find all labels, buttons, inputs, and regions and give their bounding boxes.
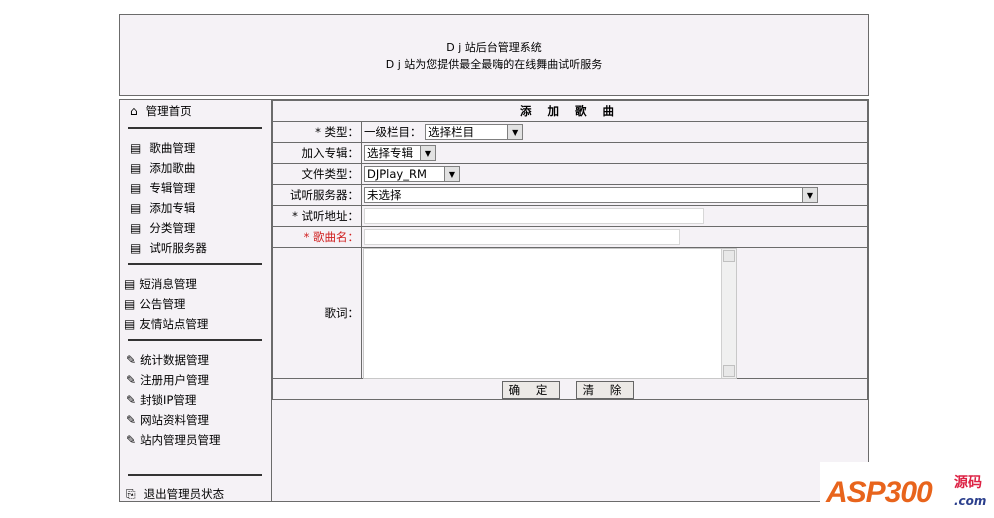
- url-label: * 试听地址：: [272, 205, 362, 227]
- sidebar-item-messages[interactable]: ▤ 短消息管理: [124, 276, 197, 292]
- note-icon: ▤: [124, 277, 136, 291]
- song-name-input[interactable]: [364, 229, 680, 245]
- edit-icon: ✎: [126, 373, 137, 387]
- document-icon: ▤: [130, 221, 142, 235]
- sidebar-item-users[interactable]: ✎ 注册用户管理: [126, 372, 209, 388]
- clear-button[interactable]: 清 除: [576, 381, 634, 399]
- filetype-select[interactable]: DJPlay_RM ▼: [364, 166, 460, 182]
- filetype-label: 文件类型：: [272, 163, 362, 185]
- chevron-down-icon: ▼: [444, 167, 459, 181]
- document-icon: ▤: [130, 161, 142, 175]
- edit-icon: ✎: [126, 353, 137, 367]
- home-icon: ⌂: [130, 104, 138, 118]
- scroll-down-icon[interactable]: [723, 365, 735, 377]
- document-icon: ▤: [130, 241, 142, 255]
- song-name-label: * 歌曲名：: [272, 226, 362, 248]
- sidebar-item-announcements[interactable]: ▤ 公告管理: [124, 296, 185, 312]
- lyrics-label: 歌词：: [272, 247, 362, 379]
- sidebar-item-home[interactable]: ⌂ 管理首页: [130, 103, 192, 119]
- server-select[interactable]: 未选择 ▼: [364, 187, 818, 203]
- album-label: 加入专辑：: [272, 142, 362, 164]
- sidebar-item-albums[interactable]: ▤ 专辑管理: [130, 180, 195, 196]
- edit-icon: ✎: [126, 393, 137, 407]
- lyrics-scrollbar[interactable]: [721, 249, 736, 378]
- sidebar-divider: [128, 339, 262, 341]
- note-icon: ▤: [124, 317, 136, 331]
- sidebar-item-add-album[interactable]: ▤ 添加专辑: [130, 200, 195, 216]
- watermark-cn: 源码: [954, 475, 982, 491]
- sidebar-item-ip-block[interactable]: ✎ 封锁IP管理: [126, 392, 196, 408]
- watermark-logo: ASP300 源码 .com: [820, 462, 994, 518]
- sidebar-item-servers[interactable]: ▤ 试听服务器: [130, 240, 207, 256]
- admin-frame: ⌂ 管理首页 ▤ 歌曲管理 ▤ 添加歌曲 ▤ 专辑管理 ▤ 添加专辑 ▤ 分类管理 ▤ 试听…: [119, 99, 869, 502]
- lyrics-textarea[interactable]: [363, 248, 737, 379]
- header-title: D j 站后台管理系统: [446, 41, 542, 54]
- category-select[interactable]: 选择栏目 ▼: [425, 124, 524, 140]
- document-icon: ▤: [130, 181, 142, 195]
- sidebar-item-logout[interactable]: ⎘ 退出管理员状态: [126, 486, 224, 502]
- url-input[interactable]: [364, 208, 704, 224]
- watermark-brand: ASP300: [826, 476, 933, 509]
- edit-icon: ✎: [126, 433, 137, 447]
- album-select[interactable]: 选择专辑 ▼: [364, 145, 436, 161]
- edit-icon: ✎: [126, 413, 137, 427]
- scroll-up-icon[interactable]: [723, 250, 735, 262]
- sidebar-item-stats[interactable]: ✎ 统计数据管理: [126, 352, 209, 368]
- main-content: 添 加 歌 曲 * 类型： 一级栏目： 选择栏目 ▼ 加入专辑： 选择专辑 ▼ …: [272, 100, 868, 501]
- sidebar-item-site-info[interactable]: ✎ 网站资料管理: [126, 412, 209, 428]
- type-label: * 类型：: [272, 121, 362, 143]
- sidebar-item-admins[interactable]: ✎ 站内管理员管理: [126, 432, 221, 448]
- header-subtitle: D j 站为您提供最全最嗨的在线舞曲试听服务: [385, 58, 603, 71]
- watermark-domain: .com: [954, 494, 987, 508]
- document-icon: ▤: [130, 201, 142, 215]
- chevron-down-icon: ▼: [420, 146, 435, 160]
- submit-button[interactable]: 确 定: [502, 381, 560, 399]
- sidebar-item-songs[interactable]: ▤ 歌曲管理: [130, 140, 195, 156]
- chevron-down-icon: ▼: [802, 188, 817, 202]
- type-prefix: 一级栏目：: [364, 125, 422, 139]
- sidebar-divider: [128, 474, 262, 476]
- site-header: D j 站后台管理系统 D j 站为您提供最全最嗨的在线舞曲试听服务: [119, 14, 869, 96]
- sidebar-divider: [128, 127, 262, 129]
- sidebar-item-add-song[interactable]: ▤ 添加歌曲: [130, 160, 195, 176]
- server-label: 试听服务器：: [272, 184, 362, 206]
- form-title: 添 加 歌 曲: [272, 100, 868, 122]
- document-icon: ▤: [130, 141, 142, 155]
- sidebar-item-categories[interactable]: ▤ 分类管理: [130, 220, 195, 236]
- note-icon: ▤: [124, 297, 136, 311]
- logout-icon: ⎘: [126, 487, 136, 501]
- sidebar-divider: [128, 263, 262, 265]
- chevron-down-icon: ▼: [507, 125, 523, 139]
- sidebar-item-links[interactable]: ▤ 友情站点管理: [124, 316, 208, 332]
- sidebar: ⌂ 管理首页 ▤ 歌曲管理 ▤ 添加歌曲 ▤ 专辑管理 ▤ 添加专辑 ▤ 分类管理 ▤ 试听…: [120, 100, 272, 501]
